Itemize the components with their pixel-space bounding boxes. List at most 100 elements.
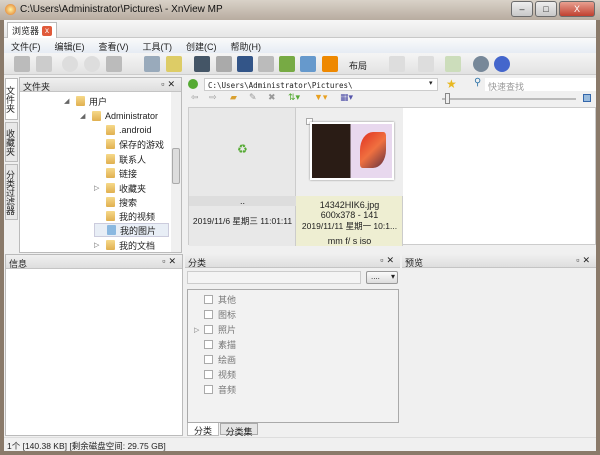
checkbox[interactable] [204,310,213,319]
tree-item[interactable]: ◢ Administrator [80,109,158,123]
category-options-dropdown[interactable]: .... ▾ [366,271,398,284]
panel-controls[interactable]: ▫✕ [162,256,179,267]
tree-label: 链接 [119,168,138,179]
tab-browser[interactable]: 浏览器 x [7,22,58,38]
fit-icon[interactable] [36,56,52,72]
status-bar: 1个 [140.38 KB] [剩余磁盘空间: 29.75 GB] [4,437,596,451]
layout-button[interactable]: 布局 [349,59,367,72]
thumbnail-item[interactable]: 14342HIK6.jpg 600x378 - 141 2019/11/11 星… [296,108,403,246]
capture-icon[interactable] [300,56,316,72]
open-icon[interactable] [166,56,182,72]
checkbox[interactable] [204,340,213,349]
folder-icon [106,168,115,178]
checkbox[interactable] [204,355,213,364]
tree-item[interactable]: 链接 [94,166,137,180]
tree-item-selected[interactable]: 我的图片 [94,223,170,237]
category-label: 其他 [218,295,237,305]
delete-icon[interactable]: ✖ [268,92,276,103]
panel-controls[interactable]: ▫✕ [161,79,178,90]
panel-controls[interactable]: ▫✕ [576,255,593,266]
slideshow-icon[interactable] [322,56,338,72]
find-icon[interactable] [194,56,210,72]
close-button[interactable]: X [559,1,595,17]
favorites-star-icon[interactable]: ★ [446,77,457,91]
category-label: 图标 [218,310,237,320]
thumbnail-size-slider[interactable] [442,93,576,104]
tree-item[interactable]: .android [94,123,152,137]
expand-arrow-icon[interactable]: ▷ [194,326,199,334]
side-tab-category-filter[interactable]: 分类过滤器 [5,164,18,220]
checkbox[interactable] [204,295,213,304]
item-date: 2019/11/11 星期一 10:1... [301,221,398,231]
scrollbar[interactable] [171,92,181,252]
checkbox[interactable] [204,325,213,334]
back-icon[interactable]: ⇦ [191,92,199,103]
category-label: 素描 [218,340,237,350]
close-tab-icon[interactable]: x [42,25,53,36]
category-item[interactable]: ▷ 照片 [194,323,236,336]
menu-help[interactable]: 帮助(H) [224,38,269,53]
category-item[interactable]: 图标 [204,308,236,321]
menu-edit[interactable]: 编辑(E) [48,38,92,53]
path-input[interactable]: C:\Users\Administrator\Pictures\ [204,78,438,91]
batch-icon[interactable] [258,56,274,72]
tree-item[interactable]: ▷ 我的文档 [94,238,155,252]
scan-icon[interactable] [237,56,253,72]
maximize-button[interactable]: □ [535,1,557,17]
properties-icon[interactable] [144,56,160,72]
checkbox[interactable] [204,370,213,379]
rename-icon[interactable]: ✎ [249,92,257,103]
rotate-left-icon[interactable] [62,56,78,72]
tree-item[interactable]: 保存的游戏 [94,137,164,151]
sort-icon[interactable]: ⇅▾ [288,92,300,103]
tab-category-sets[interactable]: 分类集 [220,423,258,437]
maximize-view-icon[interactable] [583,94,591,102]
rotate-right-icon[interactable] [84,56,100,72]
settings-icon[interactable] [473,56,489,72]
category-search-input[interactable] [187,271,361,284]
tree-item[interactable]: ◢ 用户 [64,94,107,108]
expand-arrow: ▷ [94,185,100,192]
panel-controls[interactable]: ▫✕ [380,255,397,266]
category-item[interactable]: 其他 [204,293,236,306]
view-mode-icon[interactable] [389,56,405,72]
category-item[interactable]: 素描 [204,338,236,351]
menu-view[interactable]: 查看(V) [92,38,136,53]
forward-icon[interactable]: ⇨ [209,92,217,103]
menu-file[interactable]: 文件(F) [4,38,48,53]
menu-create[interactable]: 创建(C) [179,38,224,53]
tree-item[interactable]: ▷ 收藏夹 [94,181,146,195]
transform-icon[interactable] [106,56,122,72]
checkbox[interactable] [204,385,213,394]
view-grid-icon[interactable]: ▦▾ [340,92,353,103]
tree-label: Administrator [105,111,159,121]
fullscreen-icon[interactable] [14,56,30,72]
tab-categories[interactable]: 分类 [187,423,219,436]
slider-handle[interactable] [445,93,450,104]
tree-item[interactable]: 我的视频 [94,209,155,223]
tree-item[interactable]: 搜索 [94,195,137,209]
tree-item[interactable]: 联系人 [94,152,146,166]
category-item[interactable]: 绘画 [204,353,236,366]
side-tab-folders[interactable]: 文件夹 [5,78,18,120]
filter-icon[interactable]: ▼▾ [314,92,327,103]
convert-icon[interactable] [279,56,295,72]
scrollbar-thumb[interactable] [172,148,180,184]
flower-graphic [360,132,386,168]
new-folder-icon[interactable]: ▰ [230,92,237,103]
side-tab-favorites[interactable]: 收藏夹 [5,122,18,162]
go-up-icon[interactable] [188,79,198,89]
path-dropdown-icon[interactable]: ▾ [429,79,433,87]
thumbnail-parent-folder[interactable]: ♻ .. 2019/11/6 星期三 11:01:11 [189,108,296,246]
help-icon[interactable] [494,56,510,72]
minimize-button[interactable]: – [511,1,533,17]
item-exif: mm f/ s iso [327,236,372,246]
menu-tools[interactable]: 工具(T) [136,38,180,53]
category-item[interactable]: 视频 [204,368,236,381]
quick-search-input[interactable]: 快速查找 [485,78,596,92]
print-icon[interactable] [216,56,232,72]
compare-icon[interactable] [445,56,461,72]
category-item[interactable]: 音频 [204,383,236,396]
document-tabs: 浏览器 x [4,20,596,38]
page-icon[interactable] [418,56,434,72]
